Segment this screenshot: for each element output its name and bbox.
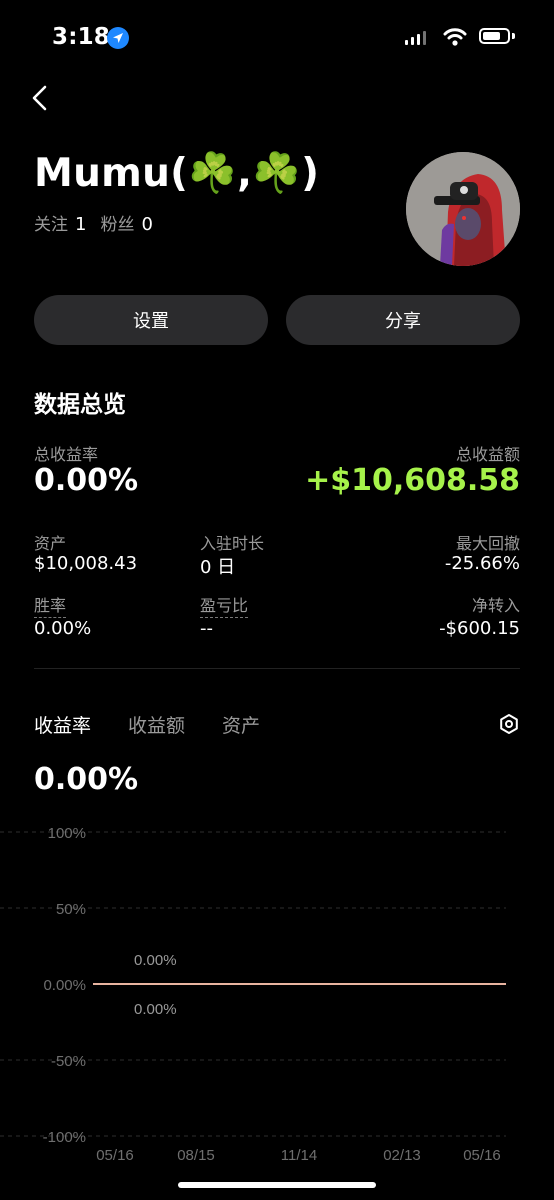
total-return-amount-label: 总收益额 — [455, 445, 520, 464]
win-rate-value: 0.00% — [34, 618, 92, 639]
tenure-value: 0 日 — [200, 557, 236, 578]
overview-title: 数据总览 — [34, 392, 126, 418]
x-tick-label: 11/14 — [281, 1147, 317, 1164]
chart-current-value: 0.00% — [34, 762, 139, 797]
tab-return-amount[interactable]: 收益额 — [128, 711, 185, 738]
max-drawdown-label: 最大回撤 — [455, 534, 520, 553]
divider — [34, 668, 520, 669]
follow-stats: 关注 1 粉丝 0 — [34, 210, 167, 235]
max-drawdown-value: -25.66% — [444, 553, 520, 574]
pl-ratio-label[interactable]: 盈亏比 — [200, 592, 249, 618]
wifi-icon — [443, 27, 467, 47]
min-annotation: 0.00% — [134, 1001, 177, 1018]
chart-settings-icon[interactable] — [498, 713, 520, 735]
net-transfer-value: -$600.15 — [439, 618, 520, 639]
pl-ratio-value: -- — [200, 618, 213, 639]
x-tick-label: 05/16 — [96, 1147, 134, 1164]
cellular-signal-icon — [405, 31, 426, 45]
followers-count[interactable]: 0 — [141, 214, 152, 235]
y-tick-label: -50% — [51, 1053, 86, 1070]
profile-name: Mumu(☘️,☘️) — [34, 151, 320, 196]
tab-assets[interactable]: 资产 — [222, 711, 260, 738]
assets-label: 资产 — [34, 534, 67, 553]
following-label: 关注 — [34, 215, 68, 235]
share-button[interactable]: 分享 — [286, 295, 520, 345]
x-tick-label: 05/16 — [463, 1147, 501, 1164]
total-return-rate-value: 0.00% — [34, 463, 139, 498]
y-tick-label: 0.00% — [43, 977, 86, 994]
back-chevron-icon[interactable] — [28, 84, 52, 112]
y-tick-label: 100% — [48, 825, 86, 842]
net-transfer-label: 净转入 — [471, 596, 520, 615]
return-rate-chart: 100% 50% 0.00% -50% -100% 0.00% 0.00% 05/16 08/1… — [0, 825, 506, 1164]
followers-label: 粉丝 — [100, 215, 135, 235]
tab-return-rate[interactable]: 收益率 — [34, 711, 91, 738]
battery-cap — [512, 33, 515, 39]
x-tick-label: 02/13 — [383, 1147, 421, 1164]
x-tick-label: 08/15 — [177, 1147, 215, 1164]
max-annotation: 0.00% — [134, 952, 177, 969]
status-time: 3:18 — [52, 24, 111, 50]
battery-icon — [479, 28, 510, 44]
tenure-label: 入驻时长 — [200, 534, 265, 553]
y-tick-label: -100% — [43, 1129, 86, 1146]
avatar[interactable] — [406, 152, 520, 266]
win-rate-label[interactable]: 胜率 — [34, 592, 67, 618]
assets-value: $10,008.43 — [34, 553, 138, 574]
y-tick-label: 50% — [56, 901, 86, 918]
settings-button[interactable]: 设置 — [34, 295, 268, 345]
home-indicator — [178, 1182, 376, 1188]
location-icon — [107, 27, 129, 49]
total-return-amount-value: +$10,608.58 — [305, 463, 520, 498]
total-return-rate-label: 总收益率 — [34, 445, 99, 464]
following-count[interactable]: 1 — [75, 214, 86, 235]
